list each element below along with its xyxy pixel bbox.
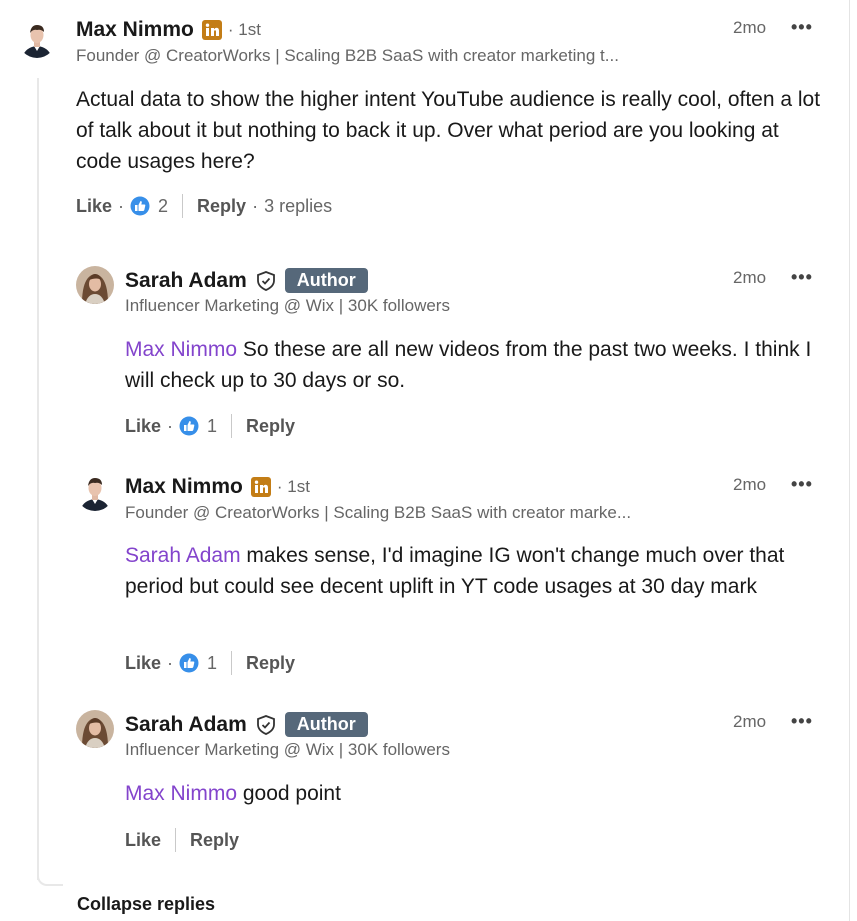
comment-text: Sarah Adam makes sense, I'd imagine IG w… <box>125 540 815 602</box>
divider <box>231 414 233 438</box>
like-reaction-icon[interactable] <box>179 416 199 436</box>
author-line: Sarah Adam Author <box>125 268 368 293</box>
separator-dot: · <box>167 652 174 673</box>
separator-dot: · <box>252 195 259 216</box>
comment-actions: Like Reply <box>125 828 239 852</box>
comment-body: Actual data to show the higher intent Yo… <box>76 88 821 173</box>
mention-link[interactable]: Sarah Adam <box>125 544 241 567</box>
more-options-icon[interactable]: ••• <box>791 267 813 288</box>
comment-actions: Like · 1 Reply <box>125 414 295 438</box>
reaction-count[interactable]: 1 <box>207 653 217 674</box>
comment-text: Max Nimmo good point <box>125 778 815 809</box>
separator-dot: · <box>167 415 174 436</box>
like-button[interactable]: Like <box>125 830 161 851</box>
linkedin-premium-icon <box>250 477 271 497</box>
divider <box>182 194 184 218</box>
author-badge: Author <box>284 712 368 737</box>
linkedin-premium-icon <box>201 20 222 40</box>
avatar[interactable] <box>18 20 56 58</box>
divider <box>231 651 233 675</box>
mention-link[interactable]: Max Nimmo <box>125 338 237 361</box>
replies-count[interactable]: 3 replies <box>264 196 332 217</box>
author-line: Max Nimmo · 1st <box>125 475 310 499</box>
connection-degree: · 1st <box>227 20 261 39</box>
more-options-icon[interactable]: ••• <box>791 474 813 495</box>
comment-actions: Like · 2 Reply · 3 replies <box>76 194 332 218</box>
verified-shield-icon <box>256 714 275 735</box>
commenter-headline: Founder @ CreatorWorks | Scaling B2B Saa… <box>125 503 632 522</box>
reply-button[interactable]: Reply <box>246 653 295 674</box>
connection-degree: · 1st <box>276 477 310 496</box>
like-reaction-icon[interactable] <box>130 196 150 216</box>
verified-shield-icon <box>256 270 275 291</box>
reaction-count[interactable]: 2 <box>158 196 168 217</box>
commenter-name[interactable]: Sarah Adam <box>125 713 247 737</box>
like-button[interactable]: Like <box>125 653 161 674</box>
more-options-icon[interactable]: ••• <box>791 17 813 38</box>
timestamp: 2mo <box>733 712 767 731</box>
author-badge: Author <box>284 268 368 293</box>
divider <box>175 828 177 852</box>
avatar[interactable] <box>76 473 114 511</box>
comment-text: Max Nimmo So these are all new videos fr… <box>125 334 815 396</box>
mention-link[interactable]: Max Nimmo <box>125 782 237 805</box>
commenter-name[interactable]: Max Nimmo <box>76 18 194 42</box>
comment-body: good point <box>237 782 341 805</box>
comment-actions: Like · 1 Reply <box>125 651 295 675</box>
commenter-name[interactable]: Sarah Adam <box>125 269 247 293</box>
reply-button[interactable]: Reply <box>246 416 295 437</box>
reply-button[interactable]: Reply <box>197 196 246 217</box>
avatar[interactable] <box>76 710 114 748</box>
like-button[interactable]: Like <box>76 196 112 217</box>
panel-border <box>849 0 850 921</box>
commenter-name[interactable]: Max Nimmo <box>125 475 243 499</box>
thread-elbow <box>37 868 63 886</box>
separator-dot: · <box>118 195 125 216</box>
like-reaction-icon[interactable] <box>179 653 199 673</box>
commenter-headline: Influencer Marketing @ Wix | 30K followe… <box>125 296 450 315</box>
timestamp: 2mo <box>733 18 767 37</box>
thread-line <box>37 78 39 880</box>
commenter-headline: Founder @ CreatorWorks | Scaling B2B Saa… <box>76 46 619 65</box>
avatar[interactable] <box>76 266 114 304</box>
reply-button[interactable]: Reply <box>190 830 239 851</box>
more-options-icon[interactable]: ••• <box>791 711 813 732</box>
timestamp: 2mo <box>733 268 767 287</box>
author-line: Sarah Adam Author <box>125 712 368 737</box>
like-button[interactable]: Like <box>125 416 161 437</box>
reaction-count[interactable]: 1 <box>207 416 217 437</box>
commenter-headline: Influencer Marketing @ Wix | 30K followe… <box>125 740 450 759</box>
author-line: Max Nimmo · 1st <box>76 18 261 42</box>
collapse-replies-button[interactable]: Collapse replies <box>77 894 215 915</box>
comment-text: Actual data to show the higher intent Yo… <box>76 84 821 177</box>
timestamp: 2mo <box>733 475 767 494</box>
